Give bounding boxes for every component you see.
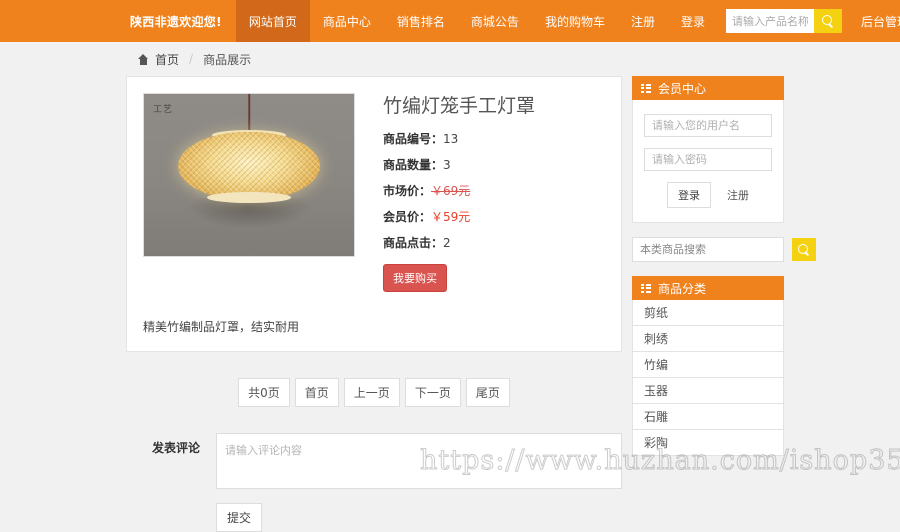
category-title: 商品分类: [658, 281, 707, 296]
pagination-first[interactable]: 首页: [294, 377, 339, 407]
product-image-stamp: 工艺: [153, 105, 174, 115]
lantern-bottom-ring: [207, 192, 291, 203]
password-input[interactable]: [644, 148, 772, 171]
category-header: 商品分类: [632, 276, 784, 300]
product-market-price-label: 市场价：: [383, 183, 432, 198]
product-qty-row: 商品数量：3: [383, 156, 535, 173]
product-card: 工艺 竹编灯笼手工灯罩 商品编号：13 商品数量：3 市场价：￥69元 会员价：…: [126, 76, 622, 352]
product-market-price-row: 市场价：￥69元: [383, 182, 535, 199]
breadcrumb-separator: /: [189, 52, 194, 66]
login-button[interactable]: 登录: [667, 182, 711, 208]
top-navbar: 陕西非遗欢迎您! 网站首页 商品中心 销售排名 商城公告 我的购物车 注册 登录…: [0, 0, 900, 42]
nav-item-product-center[interactable]: 商品中心: [310, 0, 384, 42]
member-center-panel: 会员中心 登录 注册: [632, 76, 784, 223]
search-icon: [798, 243, 810, 256]
list-icon: [641, 83, 651, 93]
product-image[interactable]: 工艺: [143, 93, 355, 257]
sidebar-search: [632, 237, 816, 262]
product-member-price-label: 会员价：: [383, 209, 432, 224]
product-clicks-value: 2: [443, 235, 451, 250]
register-link[interactable]: 注册: [727, 187, 749, 203]
member-center-header: 会员中心: [632, 76, 784, 100]
nav-item-admin[interactable]: 后台管理: [848, 0, 900, 42]
member-center-title: 会员中心: [658, 81, 707, 96]
breadcrumb: 首页 / 商品展示: [126, 42, 786, 76]
category-item-jianzhi[interactable]: 剪纸: [632, 300, 784, 326]
nav-item-announcements[interactable]: 商城公告: [458, 0, 532, 42]
navbar-search: [725, 9, 842, 33]
search-icon: [821, 15, 834, 27]
nav-item-register[interactable]: 注册: [618, 0, 668, 42]
comment-submit-button[interactable]: 提交: [216, 502, 263, 532]
product-description: 精美竹编制品灯罩，结实耐用: [143, 319, 300, 334]
product-top: 工艺 竹编灯笼手工灯罩 商品编号：13 商品数量：3 市场价：￥69元 会员价：…: [143, 93, 605, 292]
category-item-cixiu[interactable]: 刺绣: [632, 326, 784, 352]
buy-button[interactable]: 我要购买: [383, 263, 447, 292]
nav-item-sales-ranking[interactable]: 销售排名: [384, 0, 458, 42]
product-qty-value: 3: [443, 157, 451, 172]
comment-body: 提交: [216, 432, 622, 532]
left-column: 工艺 竹编灯笼手工灯罩 商品编号：13 商品数量：3 市场价：￥69元 会员价：…: [126, 76, 622, 532]
pagination-next[interactable]: 下一页: [404, 377, 461, 407]
category-item-shidiao[interactable]: 石雕: [632, 404, 784, 430]
category-item-yuqi[interactable]: 玉器: [632, 378, 784, 404]
bamboo-lantern: [178, 132, 320, 200]
comment-textarea[interactable]: [216, 432, 622, 489]
nav-item-home[interactable]: 网站首页: [235, 0, 310, 42]
pagination: 共0页 首页 上一页 下一页 尾页: [126, 377, 622, 407]
category-list: 剪纸 刺绣 竹编 玉器 石雕 彩陶: [632, 300, 784, 456]
member-center-body: 登录 注册: [632, 100, 784, 223]
product-qty-label: 商品数量：: [383, 157, 444, 172]
breadcrumb-home[interactable]: 首页: [155, 51, 179, 68]
product-sku-value: 13: [443, 131, 459, 146]
product-member-price-value: ￥59元: [431, 209, 471, 224]
product-sku-row: 商品编号：13: [383, 130, 535, 147]
main-wrapper: 工艺 竹编灯笼手工灯罩 商品编号：13 商品数量：3 市场价：￥69元 会员价：…: [0, 76, 900, 532]
nav-item-my-cart[interactable]: 我的购物车: [532, 0, 618, 42]
site-brand: 陕西非遗欢迎您!: [130, 14, 222, 29]
product-member-price-row: 会员价：￥59元: [383, 208, 535, 225]
main-nav: 网站首页 商品中心 销售排名 商城公告 我的购物车 注册 登录: [235, 0, 718, 42]
category-item-caitao[interactable]: 彩陶: [632, 430, 784, 456]
product-title: 竹编灯笼手工灯罩: [383, 95, 536, 117]
home-icon: [138, 53, 149, 65]
nav-item-login[interactable]: 登录: [668, 0, 718, 42]
list-icon: [641, 283, 651, 293]
right-sidebar: 会员中心 登录 注册 商品分类 剪纸: [632, 76, 816, 470]
pagination-prev[interactable]: 上一页: [343, 377, 400, 407]
sidebar-search-button[interactable]: [792, 238, 816, 261]
category-panel: 商品分类 剪纸 刺绣 竹编 玉器 石雕 彩陶: [632, 276, 784, 456]
product-info: 竹编灯笼手工灯罩 商品编号：13 商品数量：3 市场价：￥69元 会员价：￥59…: [355, 93, 535, 292]
product-clicks-row: 商品点击：2: [383, 234, 535, 251]
lantern-cord: [248, 94, 250, 130]
sidebar-search-input[interactable]: [633, 238, 792, 261]
product-sku-label: 商品编号：: [383, 131, 444, 146]
breadcrumb-container: 首页 / 商品展示: [126, 42, 786, 76]
pagination-total: 共0页: [238, 377, 290, 407]
navbar-search-button[interactable]: [813, 9, 842, 33]
product-market-price-value: ￥69元: [431, 183, 471, 198]
pagination-last[interactable]: 尾页: [465, 377, 510, 407]
navbar-search-input[interactable]: [725, 9, 814, 33]
username-input[interactable]: [644, 114, 772, 137]
auth-actions: 登录 注册: [644, 182, 772, 208]
comment-section: 发表评论 提交: [126, 432, 622, 532]
comment-label: 发表评论: [151, 440, 200, 455]
category-item-zhubian[interactable]: 竹编: [632, 352, 784, 378]
product-clicks-label: 商品点击：: [383, 235, 444, 250]
breadcrumb-current: 商品展示: [203, 52, 252, 67]
